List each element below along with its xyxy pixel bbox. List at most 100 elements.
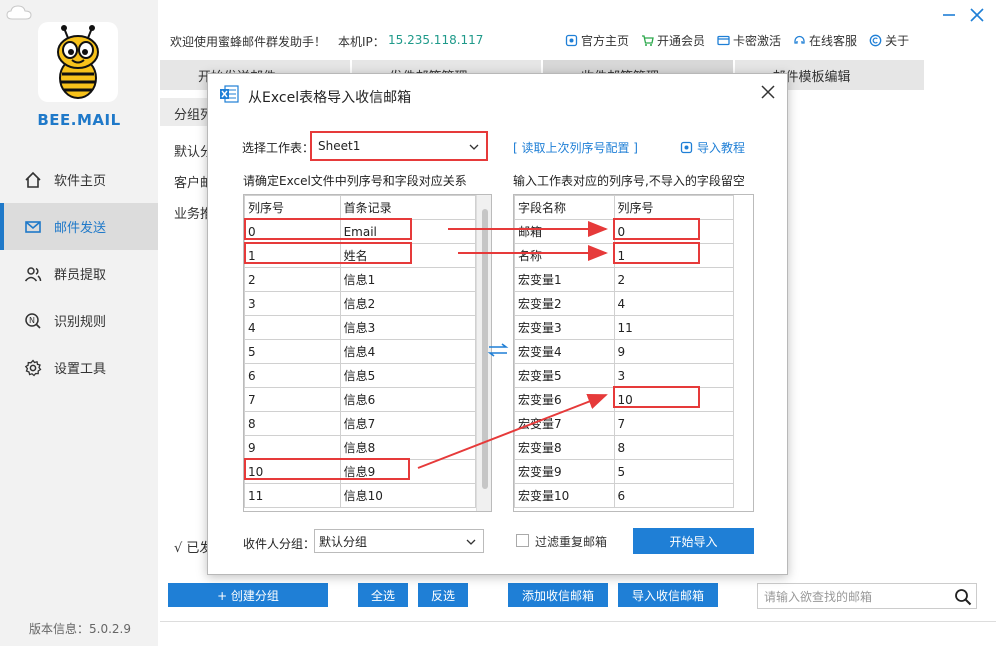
recipient-group-select[interactable]: 默认分组 <box>314 529 484 553</box>
column-index-input[interactable]: 2 <box>613 267 735 292</box>
online-support-link[interactable]: 在线客服 <box>793 32 857 49</box>
dialog-title: 从Excel表格导入收信邮箱 <box>248 90 412 106</box>
official-site-link[interactable]: 官方主页 <box>565 32 629 49</box>
sheet-label: 选择工作表： <box>242 141 315 155</box>
search-input[interactable]: 请输入欲查找的邮箱 <box>757 583 977 609</box>
cart-icon <box>642 35 654 46</box>
table-row[interactable]: 宏变量2 4 <box>514 291 735 316</box>
table-row[interactable]: 8 信息7 <box>244 411 477 436</box>
sidebar-item-settings[interactable]: 设置工具 <box>0 344 158 391</box>
table-row[interactable]: 3 信息2 <box>244 291 477 316</box>
table-row[interactable]: 4 信息3 <box>244 315 477 340</box>
table-row[interactable]: 宏变量8 8 <box>514 435 735 460</box>
column-index-input[interactable]: 7 <box>613 411 735 436</box>
support-icon <box>794 35 805 44</box>
sidebar-nav: 软件主页 邮件发送 群员提取 N 识别规则 设置工具 <box>0 156 158 391</box>
card-activate-link[interactable]: 卡密激活 <box>717 32 781 49</box>
cell: 9 <box>244 435 341 460</box>
vip-link[interactable]: 开通会员 <box>641 32 705 49</box>
cell: 宏变量3 <box>514 315 615 340</box>
copyright-icon <box>869 34 882 47</box>
cell: 5 <box>244 339 341 364</box>
table-row[interactable]: 宏变量9 5 <box>514 459 735 484</box>
card-activate-label: 卡密激活 <box>733 34 782 48</box>
sidebar-item-home[interactable]: 软件主页 <box>0 156 158 203</box>
left-caption: 请确定Excel文件中列序号和字段对应关系 <box>243 174 467 188</box>
table-row[interactable]: 5 信息4 <box>244 339 477 364</box>
import-recipient-button[interactable]: 导入收信邮箱 <box>618 583 718 607</box>
table-row[interactable]: 11 信息10 <box>244 483 477 508</box>
col-header: 列序号 <box>613 195 735 220</box>
filter-duplicate-label: 过滤重复邮箱 <box>535 535 608 549</box>
sidebar-item-label: 软件主页 <box>54 174 107 189</box>
table-row[interactable]: 2 信息1 <box>244 267 477 292</box>
import-excel-dialog: 从Excel表格导入收信邮箱 选择工作表： Sheet1 [ 读取上次列序号配置… <box>207 73 788 575</box>
add-recipient-button[interactable]: 添加收信邮箱 <box>508 583 608 607</box>
highlight-box <box>244 242 412 264</box>
sidebar-item-mail-send[interactable]: 邮件发送 <box>0 203 158 250</box>
highlight-box <box>613 386 700 408</box>
dialog-close-icon[interactable] <box>760 84 776 100</box>
filter-duplicate-checkbox[interactable] <box>516 534 529 547</box>
sidebar-item-member-extract[interactable]: 群员提取 <box>0 250 158 297</box>
sidebar-item-label: 识别规则 <box>54 315 107 330</box>
about-link[interactable]: 关于 <box>869 32 909 49</box>
cell: 信息10 <box>339 483 477 508</box>
table-row[interactable]: 宏变量4 9 <box>514 339 735 364</box>
column-index-input[interactable]: 9 <box>613 339 735 364</box>
table-row[interactable]: 宏变量7 7 <box>514 411 735 436</box>
highlight-box <box>244 218 412 240</box>
import-tutorial-link[interactable]: 导入教程 <box>680 139 745 156</box>
highlight-box <box>613 242 700 264</box>
column-index-input[interactable]: 6 <box>613 483 735 508</box>
column-index-input[interactable]: 11 <box>613 315 735 340</box>
column-index-input[interactable]: 8 <box>613 435 735 460</box>
cell: 信息2 <box>339 291 477 316</box>
table-row[interactable]: 7 信息6 <box>244 387 477 412</box>
top-links: 官方主页 开通会员 卡密激活 在线客服 关于 <box>565 32 909 49</box>
divider <box>160 621 996 622</box>
users-icon <box>24 266 42 281</box>
start-import-button[interactable]: 开始导入 <box>633 528 754 554</box>
col-header: 列序号 <box>244 195 341 220</box>
close-icon[interactable] <box>970 8 984 22</box>
group-label: 收件人分组： <box>243 537 316 551</box>
minimize-icon[interactable] <box>942 8 956 22</box>
table-row[interactable]: 9 信息8 <box>244 435 477 460</box>
search-icon[interactable] <box>954 588 972 606</box>
cell: 宏变量2 <box>514 291 615 316</box>
column-index-input[interactable]: 4 <box>613 291 735 316</box>
cloud-icon[interactable] <box>6 4 32 20</box>
table-row[interactable]: 6 信息5 <box>244 363 477 388</box>
col-header: 字段名称 <box>514 195 615 220</box>
sidebar-item-rules[interactable]: N 识别规则 <box>0 297 158 344</box>
select-all-button[interactable]: 全选 <box>358 583 408 607</box>
cell: 宏变量7 <box>514 411 615 436</box>
right-caption: 输入工作表对应的列序号,不导入的字段留空 <box>513 174 745 188</box>
highlight-box <box>613 218 700 240</box>
cell: 7 <box>244 387 341 412</box>
invert-select-button[interactable]: 反选 <box>418 583 468 607</box>
cell: 8 <box>244 411 341 436</box>
cell: 2 <box>244 267 341 292</box>
read-last-config-link[interactable]: [ 读取上次列序号配置 ] <box>513 139 638 156</box>
cell: 宏变量8 <box>514 435 615 460</box>
table-row[interactable]: 宏变量10 6 <box>514 483 735 508</box>
version-info: 版本信息：5.0.2.9 <box>29 622 131 636</box>
official-site-label: 官方主页 <box>581 34 630 48</box>
table-row[interactable]: 宏变量1 2 <box>514 267 735 292</box>
table-row[interactable]: 宏变量3 11 <box>514 315 735 340</box>
cell: 宏变量10 <box>514 483 615 508</box>
column-index-input[interactable]: 3 <box>613 363 735 388</box>
create-group-button[interactable]: + 创建分组 <box>168 583 328 607</box>
welcome-text: 欢迎使用蜜蜂邮件群发助手！ <box>170 35 327 49</box>
sidebar-item-label: 邮件发送 <box>54 221 107 236</box>
home-icon <box>25 171 41 188</box>
table-row[interactable]: 宏变量5 3 <box>514 363 735 388</box>
card-icon <box>717 35 730 46</box>
svg-text:N: N <box>29 316 35 325</box>
chevron-down-icon <box>469 144 479 150</box>
sheet-select[interactable]: Sheet1 <box>310 131 488 161</box>
column-index-input[interactable]: 5 <box>613 459 735 484</box>
cell: 信息1 <box>339 267 477 292</box>
